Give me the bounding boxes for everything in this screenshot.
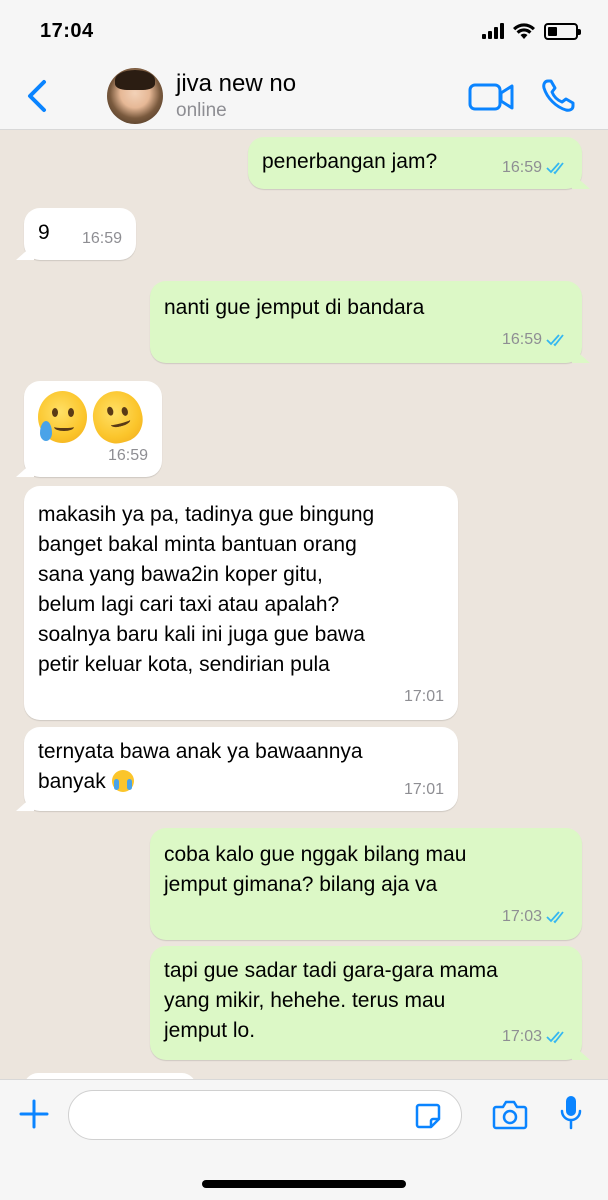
battery-icon	[544, 22, 581, 40]
message-list[interactable]: penerbangan jam? 16:59 9 16:59 nanti gue…	[0, 131, 608, 1079]
message-time: 16:59	[501, 159, 542, 176]
message-bubble-incoming[interactable]: ternyata bawa anak ya bawaannya banyak 1…	[24, 727, 458, 811]
chat-header: jiva new no online	[0, 62, 608, 130]
message-time: 17:03	[501, 908, 542, 925]
message-text: nanti gue jemput di bandara	[164, 296, 425, 319]
message-bubble-outgoing[interactable]: penerbangan jam? 16:59	[248, 137, 582, 189]
message-time: 17:01	[403, 781, 444, 798]
message-meta: 17:03	[502, 902, 568, 932]
message-time: 17:01	[403, 688, 444, 705]
double-check-icon	[546, 162, 564, 175]
double-check-icon	[546, 911, 564, 924]
message-bubble-incoming[interactable]: makasih ya pa, tadinya gue bingung bange…	[24, 486, 458, 720]
message-time: 16:59	[81, 230, 122, 247]
back-chevron-icon[interactable]	[22, 78, 52, 114]
message-text: ternyata bawa anak ya bawaannya banyak	[38, 740, 363, 793]
microphone-icon[interactable]	[560, 1094, 582, 1134]
message-bubble-incoming[interactable]: 9 16:59	[24, 208, 136, 260]
message-meta: 17:03	[502, 1022, 568, 1052]
wifi-icon	[513, 23, 535, 39]
camera-icon[interactable]	[492, 1100, 528, 1130]
message-bubble-outgoing[interactable]: nanti gue jemput di bandara 16:59	[150, 281, 582, 363]
melting-face-icon	[87, 385, 148, 449]
message-meta: 17:01	[404, 775, 444, 805]
phone-call-icon[interactable]	[540, 78, 576, 114]
message-text: makasih ya pa, tadinya gue bingung bange…	[38, 503, 375, 676]
message-meta: 16:59	[82, 224, 122, 254]
message-bubble-outgoing[interactable]: coba kalo gue nggak bilang mau jemput gi…	[150, 828, 582, 940]
status-bar: 17:04	[0, 0, 608, 62]
sticker-icon[interactable]	[414, 1102, 442, 1130]
contact-name[interactable]: jiva new no	[176, 70, 296, 98]
status-time: 17:04	[40, 20, 94, 42]
message-text-wrap: ternyata bawa anak ya bawaannya banyak	[38, 737, 444, 797]
double-check-icon	[546, 1031, 564, 1044]
emoji-row	[38, 385, 148, 449]
message-time: 16:59	[501, 331, 542, 348]
message-bubble-incoming-emoji[interactable]: 16:59	[24, 381, 162, 477]
message-time: 17:03	[501, 1028, 542, 1045]
loudly-crying-face-icon	[111, 770, 134, 792]
contact-status: online	[176, 100, 227, 121]
double-check-icon	[546, 334, 564, 347]
cellular-signal-icon	[482, 23, 504, 39]
face-holding-back-tears-icon	[38, 391, 87, 443]
message-bubble-outgoing[interactable]: tapi gue sadar tadi gara-gara mama yang …	[150, 946, 582, 1060]
message-text: coba kalo gue nggak bilang mau jemput gi…	[164, 843, 467, 896]
message-meta: 16:59	[502, 153, 568, 183]
message-meta: 16:59	[108, 441, 148, 471]
plus-icon[interactable]	[18, 1098, 50, 1130]
status-icons	[482, 22, 581, 40]
contact-avatar[interactable]	[107, 68, 163, 124]
video-call-icon[interactable]	[468, 82, 514, 112]
message-time: 16:59	[107, 447, 148, 464]
message-meta: 16:59	[502, 325, 568, 355]
message-meta: 17:01	[404, 682, 444, 712]
message-input[interactable]	[68, 1090, 462, 1140]
home-indicator[interactable]	[202, 1180, 406, 1188]
